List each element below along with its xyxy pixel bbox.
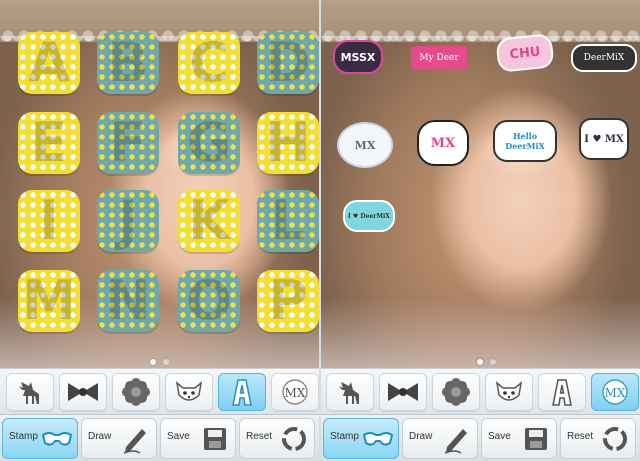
glasses-icon <box>41 432 73 446</box>
category-flower[interactable] <box>112 373 160 411</box>
sticker-i-love-mx[interactable]: I ♥ MX <box>579 118 629 160</box>
deer-icon <box>19 382 39 404</box>
letter-stamp-e[interactable]: E <box>18 112 80 174</box>
letter-stamp-h[interactable]: H <box>257 112 319 174</box>
letter-stamp-a[interactable]: A <box>18 32 80 94</box>
floppy-disk-icon <box>204 428 226 450</box>
category-bow[interactable] <box>379 373 427 411</box>
reset-button[interactable]: Reset <box>239 418 315 459</box>
reset-label: Reset <box>567 431 594 442</box>
letter-stamp-d[interactable]: D <box>257 32 319 94</box>
letter-stamp-c[interactable]: C <box>178 32 240 94</box>
stamp-label: Stamp <box>330 431 359 442</box>
stamp-category-bar: MX <box>321 368 640 415</box>
pencil-icon <box>444 429 467 454</box>
category-face[interactable] <box>485 373 533 411</box>
letter-stamp-g[interactable]: G <box>178 112 240 174</box>
flower-icon <box>122 378 150 406</box>
letter-stamp-o[interactable]: O <box>178 270 240 332</box>
sticker-grid: MSSX My Deer CHU DeerMiX MX MX Hello Dee… <box>321 0 640 368</box>
svg-text:MX: MX <box>605 386 626 400</box>
letter-stamp-m[interactable]: M <box>18 270 80 332</box>
pencil-icon <box>123 429 146 454</box>
letter-stamp-b[interactable]: B <box>97 32 159 94</box>
letter-a-icon <box>232 379 252 406</box>
reset-button[interactable]: Reset <box>560 418 636 459</box>
letter-stamp-p[interactable]: P <box>257 270 319 332</box>
reset-label: Reset <box>246 431 273 442</box>
sticker-chu[interactable]: CHU <box>495 33 555 73</box>
category-letters[interactable] <box>218 373 266 411</box>
svg-text:MX: MX <box>285 386 306 400</box>
page-indicator-dot <box>163 359 169 365</box>
photo-canvas-left[interactable]: ABCD EFGH IJKL MNOP <box>0 0 319 368</box>
draw-button[interactable]: Draw <box>81 418 157 459</box>
deer-icon <box>339 382 359 404</box>
draw-label: Draw <box>409 431 433 442</box>
left-editor-panel: ABCD EFGH IJKL MNOP MX Stamp Draw Save Rese… <box>0 0 319 461</box>
mx-logo-icon: MX <box>602 379 628 405</box>
reset-icon <box>282 427 306 451</box>
floppy-disk-icon <box>525 428 547 450</box>
bow-icon <box>388 383 418 401</box>
category-letters[interactable] <box>538 373 586 411</box>
letter-stamp-k[interactable]: K <box>178 190 240 252</box>
category-mx-logo[interactable]: MX <box>591 373 639 411</box>
letter-stamp-f[interactable]: F <box>97 112 159 174</box>
stamp-label: Stamp <box>9 431 38 442</box>
save-label: Save <box>167 431 190 442</box>
sticker-hello-deermix[interactable]: Hello DeerMiX <box>493 120 557 162</box>
sticker-burst-mx[interactable]: MX <box>417 120 469 166</box>
photo-canvas-right[interactable]: MSSX My Deer CHU DeerMiX MX MX Hello Dee… <box>321 0 640 368</box>
right-editor-panel: MSSX My Deer CHU DeerMiX MX MX Hello Dee… <box>321 0 640 461</box>
save-label: Save <box>488 431 511 442</box>
sticker-cloud-teal[interactable]: I ♥ DeerMiX <box>343 200 395 232</box>
letter-stamp-j[interactable]: J <box>97 190 159 252</box>
action-bar: Stamp Draw Save Reset <box>321 414 640 461</box>
sticker-mydeer[interactable]: My Deer <box>411 46 467 70</box>
letter-stamp-l[interactable]: L <box>257 190 319 252</box>
category-deer[interactable] <box>326 373 374 411</box>
letter-stamp-grid: ABCD EFGH IJKL MNOP <box>0 22 319 342</box>
action-bar: Stamp Draw Save Reset <box>0 414 319 461</box>
sticker-mssx[interactable]: MSSX <box>333 40 383 74</box>
face-icon <box>495 381 523 401</box>
category-flower[interactable] <box>432 373 480 411</box>
page-indicator-dot <box>150 359 156 365</box>
letter-stamp-i[interactable]: I <box>18 190 80 252</box>
page-indicator-dot <box>477 359 483 365</box>
mx-logo-icon: MX <box>282 379 308 405</box>
category-deer[interactable] <box>6 373 54 411</box>
glasses-icon <box>362 432 394 446</box>
sticker-deermix[interactable]: DeerMiX <box>571 44 637 72</box>
stamp-button[interactable]: Stamp <box>323 418 399 459</box>
letter-a-icon <box>552 379 572 406</box>
draw-button[interactable]: Draw <box>402 418 478 459</box>
category-mx-logo[interactable]: MX <box>271 373 319 411</box>
face-icon <box>175 381 203 401</box>
stamp-category-bar: MX <box>0 368 319 415</box>
save-button[interactable]: Save <box>160 418 236 459</box>
bow-icon <box>68 383 98 401</box>
category-face[interactable] <box>165 373 213 411</box>
sticker-cloud-bow[interactable]: MX <box>337 122 393 168</box>
reset-icon <box>603 427 627 451</box>
category-bow[interactable] <box>59 373 107 411</box>
letter-stamp-n[interactable]: N <box>97 270 159 332</box>
draw-label: Draw <box>88 431 112 442</box>
flower-icon <box>442 378 470 406</box>
page-indicator-dot <box>490 359 496 365</box>
app-root: ABCD EFGH IJKL MNOP MX Stamp Draw Save Rese… <box>0 0 640 461</box>
stamp-button[interactable]: Stamp <box>2 418 78 459</box>
save-button[interactable]: Save <box>481 418 557 459</box>
